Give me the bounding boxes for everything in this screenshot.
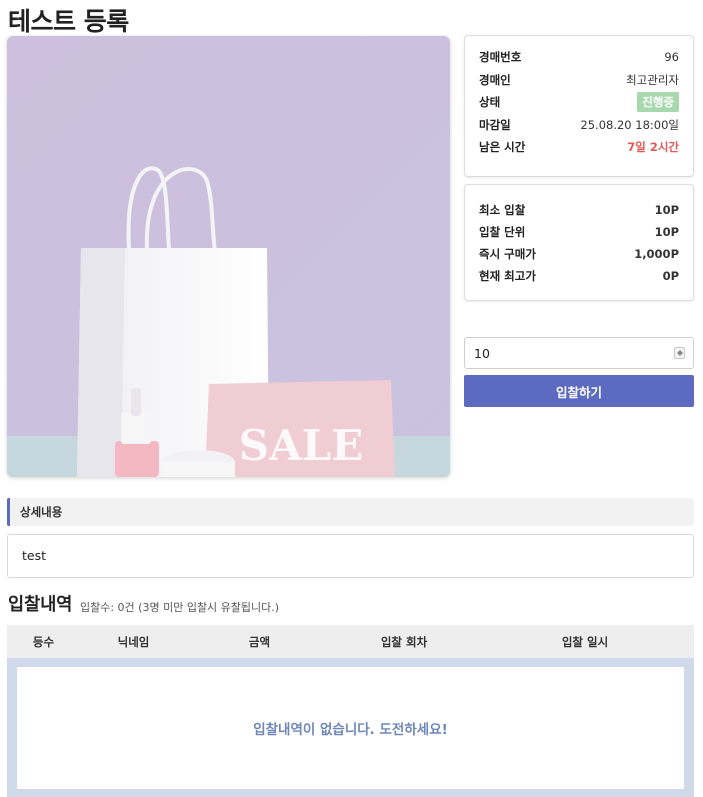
- bid-amount-field: [464, 337, 694, 369]
- column-bid-round: 입찰 회차: [332, 625, 476, 658]
- number-stepper[interactable]: [674, 347, 685, 359]
- buy-now-row: 즉시 구매가 1,000P: [479, 243, 679, 265]
- auction-number-label: 경매번호: [479, 50, 522, 65]
- auctioneer-row: 경매인 최고관리자: [479, 69, 679, 92]
- stepper-down-icon[interactable]: [677, 353, 683, 356]
- status-label: 상태: [479, 95, 501, 110]
- buy-now-label: 즉시 구매가: [479, 247, 536, 261]
- remaining-time-row: 남은 시간 7일 2시간: [479, 136, 679, 159]
- min-bid-label: 최소 입찰: [479, 203, 526, 217]
- bid-unit-value: 10P: [654, 225, 679, 239]
- bid-history-subtitle: 입찰수: 0건 (3명 미만 입찰시 유찰됩니다.): [80, 601, 280, 614]
- bid-history-table: 등수 닉네임 금액 입찰 회차 입찰 일시: [7, 625, 694, 658]
- remaining-time-value: 7일 2시간: [627, 140, 679, 155]
- min-bid-value: 10P: [654, 203, 679, 217]
- bid-submit-button[interactable]: 입찰하기: [464, 375, 694, 407]
- bid-history-title: 입찰내역: [8, 595, 73, 615]
- bid-table-header-row: 등수 닉네임 금액 입찰 회차 입찰 일시: [7, 625, 694, 658]
- bid-history-empty-area: 입찰내역이 없습니다. 도전하세요!: [7, 658, 694, 797]
- current-highest-label: 현재 최고가: [479, 269, 536, 283]
- remaining-time-label: 남은 시간: [479, 140, 526, 155]
- deadline-row: 마감일 25.08.20 18:00일: [479, 114, 679, 137]
- detail-content: test: [7, 534, 694, 578]
- current-highest-value: 0P: [662, 269, 679, 283]
- empty-message: 입찰내역이 없습니다. 도전하세요!: [17, 667, 684, 789]
- product-image: SALE: [7, 36, 450, 477]
- column-rank: 등수: [7, 625, 80, 658]
- column-amount: 금액: [187, 625, 332, 658]
- auctioneer-label: 경매인: [479, 72, 511, 87]
- column-nickname: 닉네임: [80, 625, 187, 658]
- page-title: 테스트 등록: [8, 7, 129, 36]
- buy-now-value: 1,000P: [634, 247, 679, 261]
- detail-section-header: 상세내용: [7, 498, 694, 526]
- status-badge: 진행중: [637, 92, 679, 113]
- bid-unit-label: 입찰 단위: [479, 225, 526, 239]
- deadline-label: 마감일: [479, 117, 511, 132]
- auctioneer-value: 최고관리자: [626, 72, 679, 87]
- min-bid-row: 최소 입찰 10P: [479, 199, 679, 221]
- deadline-value: 25.08.20 18:00일: [580, 117, 679, 132]
- auction-info-card: 경매번호 96 경매인 최고관리자 상태 진행중 마감일 25.08.20 18…: [464, 35, 694, 177]
- bid-info-card: 최소 입찰 10P 입찰 단위 10P 즉시 구매가 1,000P 현재 최고가…: [464, 184, 694, 301]
- current-highest-row: 현재 최고가 0P: [479, 265, 679, 287]
- bid-unit-row: 입찰 단위 10P: [479, 221, 679, 243]
- auction-number-value: 96: [664, 50, 679, 65]
- auction-number-row: 경매번호 96: [479, 46, 679, 69]
- sale-text: SALE: [239, 421, 363, 470]
- column-bid-datetime: 입찰 일시: [476, 625, 694, 658]
- bid-amount-input[interactable]: [465, 338, 665, 368]
- status-row: 상태 진행중: [479, 91, 679, 114]
